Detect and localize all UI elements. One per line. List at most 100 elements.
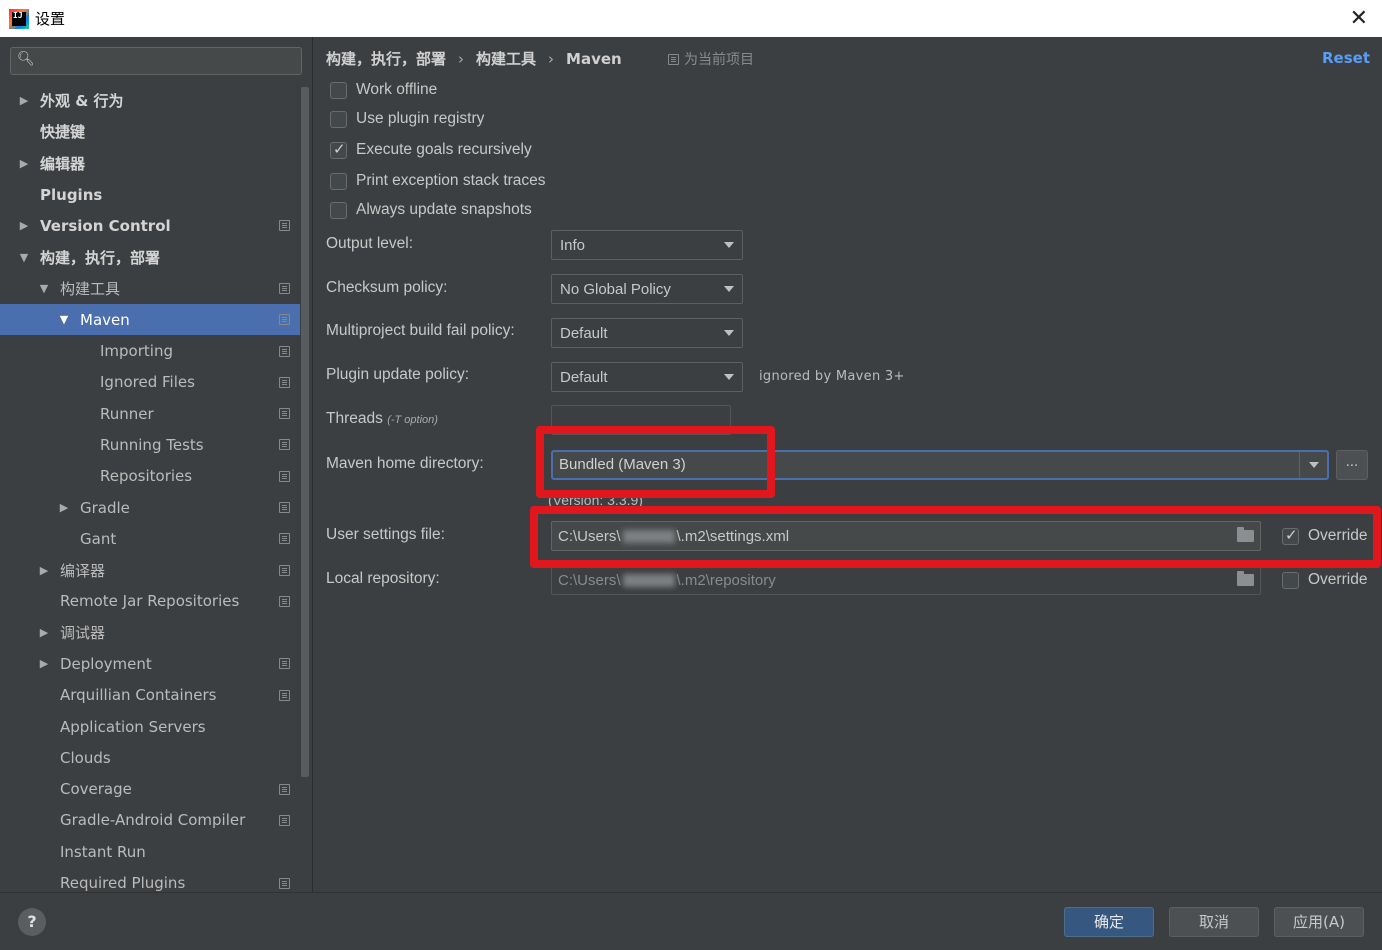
project-scope-icon (279, 408, 290, 420)
sidebar-item-6[interactable]: ▼ 构建工具 (0, 273, 300, 304)
sidebar-item-16[interactable]: Remote Jar Repositories (0, 586, 300, 617)
project-scope-icon (279, 439, 290, 451)
breadcrumb-item[interactable]: 构建，执行，部署 (326, 48, 446, 69)
chevron-right-icon[interactable]: ▶ (58, 501, 70, 514)
maven-home-label: Maven home directory: (326, 455, 484, 472)
help-button[interactable]: ? (18, 908, 46, 936)
chevron-right-icon[interactable]: ▶ (18, 94, 30, 107)
apply-button[interactable]: 应用(A) (1274, 907, 1364, 937)
option-checkbox[interactable] (330, 201, 347, 219)
option-checkbox[interactable] (330, 140, 347, 159)
browse-button[interactable]: ... (1336, 450, 1368, 480)
maven-home-dropdown-button[interactable] (1299, 452, 1327, 478)
plugin-update-policy-combo[interactable]: Default (551, 362, 743, 392)
sidebar-scrollbar[interactable] (301, 87, 309, 777)
sidebar-item-label: Plugins (40, 185, 103, 204)
project-scope-icon (279, 502, 290, 513)
option-row-1[interactable]: Use plugin registry (330, 110, 484, 128)
option-row-2[interactable]: Execute goals recursively (330, 140, 532, 159)
option-row-3[interactable]: Print exception stack traces (330, 172, 546, 190)
sidebar-item-19[interactable]: Arquillian Containers (0, 680, 300, 711)
option-checkbox[interactable] (330, 172, 347, 190)
logo-text: IJ (12, 11, 26, 26)
sidebar-item-21[interactable]: Clouds (0, 742, 300, 773)
cancel-button[interactable]: 取消 (1169, 907, 1259, 937)
settings-search[interactable]: 🔍︎ (10, 47, 302, 75)
redacted-username (622, 574, 675, 588)
sidebar-item-12[interactable]: Repositories (0, 461, 300, 492)
option-checkbox[interactable] (330, 110, 347, 128)
sidebar-item-label: Running Tests (100, 435, 204, 454)
sidebar-item-5[interactable]: ▼ 构建，执行，部署 (0, 241, 300, 272)
sidebar-item-label: Remote Jar Repositories (60, 592, 240, 611)
breadcrumb-item[interactable]: Maven (566, 50, 622, 68)
plugin-update-policy-label: Plugin update policy: (326, 366, 470, 383)
sidebar-item-13[interactable]: ▶ Gradle (0, 492, 300, 523)
sidebar-item-label: 编译器 (60, 561, 106, 580)
option-row-4[interactable]: Always update snapshots (330, 201, 532, 219)
sidebar-item-4[interactable]: ▶ Version Control (0, 210, 300, 241)
output-level-combo[interactable]: Info (551, 230, 743, 260)
sidebar-item-label: Application Servers (60, 717, 206, 736)
breadcrumb-item[interactable]: 构建工具 (476, 48, 536, 69)
breadcrumb-separator-icon: › (458, 49, 465, 68)
sidebar-item-11[interactable]: Running Tests (0, 429, 300, 460)
option-label: Execute goals recursively (356, 141, 532, 158)
folder-icon[interactable] (1237, 571, 1254, 586)
chevron-down-icon (724, 286, 734, 292)
ok-button[interactable]: 确定 (1064, 907, 1154, 937)
sidebar-item-15[interactable]: ▶ 编译器 (0, 554, 300, 585)
sidebar-item-8[interactable]: Importing (0, 335, 300, 366)
for-project-indicator: 为当前项目 (668, 49, 754, 69)
sidebar-item-label: Maven (80, 310, 130, 329)
breadcrumb: 构建，执行，部署 › 构建工具 › Maven (326, 48, 622, 69)
sidebar-item-9[interactable]: Ignored Files (0, 367, 300, 398)
sidebar-item-22[interactable]: Coverage (0, 774, 300, 805)
sidebar-item-label: Runner (100, 404, 154, 423)
chevron-down-icon[interactable]: ▼ (58, 313, 70, 326)
chevron-right-icon[interactable]: ▶ (38, 564, 50, 577)
window-title: 设置 (35, 10, 66, 28)
sidebar-item-label: 构建，执行，部署 (40, 248, 161, 267)
sidebar-item-18[interactable]: ▶ Deployment (0, 648, 300, 679)
close-icon[interactable]: ✕ (1350, 6, 1368, 31)
chevron-right-icon[interactable]: ▶ (38, 626, 50, 639)
sidebar-item-label: Deployment (60, 654, 152, 673)
reset-link[interactable]: Reset (1322, 49, 1370, 67)
sidebar-item-23[interactable]: Gradle-Android Compiler (0, 805, 300, 836)
sidebar-item-20[interactable]: Application Servers (0, 711, 300, 742)
sidebar-item-label: Ignored Files (100, 373, 195, 392)
local-repository-override[interactable]: Override (1282, 571, 1367, 589)
option-label: Use plugin registry (356, 110, 485, 127)
sidebar-item-0[interactable]: ▶ 外观 & 行为 (0, 85, 300, 116)
option-row-0[interactable]: Work offline (330, 81, 437, 99)
sidebar-item-2[interactable]: ▶ 编辑器 (0, 148, 300, 179)
local-repository-override-checkbox[interactable] (1282, 571, 1299, 589)
option-checkbox[interactable] (330, 81, 347, 99)
local-repository-input[interactable]: C:\Users\ \.m2\repository (551, 565, 1261, 595)
sidebar-item-17[interactable]: ▶ 调试器 (0, 617, 300, 648)
chevron-right-icon[interactable]: ▶ (18, 157, 30, 170)
chevron-down-icon (724, 374, 734, 380)
sidebar-item-25[interactable]: Required Plugins (0, 867, 300, 892)
sidebar-item-14[interactable]: Gant (0, 523, 300, 554)
title-bar: IJ 设置 ✕ (0, 0, 1382, 37)
option-label: Print exception stack traces (356, 172, 546, 189)
checksum-policy-combo[interactable]: No Global Policy (551, 274, 743, 304)
project-scope-icon (279, 564, 290, 576)
chevron-down-icon[interactable]: ▼ (38, 282, 50, 295)
multiproject-policy-combo[interactable]: Default (551, 318, 743, 348)
annotation-highlight-user-settings (530, 506, 1381, 568)
search-input[interactable] (37, 51, 295, 71)
project-scope-icon (668, 53, 679, 65)
sidebar-item-label: Gradle-Android Compiler (60, 811, 246, 830)
sidebar-item-3[interactable]: Plugins (0, 179, 300, 210)
sidebar-item-10[interactable]: Runner (0, 398, 300, 429)
chevron-right-icon[interactable]: ▶ (18, 219, 30, 232)
for-project-label: 为当前项目 (684, 52, 754, 68)
sidebar-item-24[interactable]: Instant Run (0, 836, 300, 867)
sidebar-item-7[interactable]: ▼ Maven (0, 304, 300, 336)
chevron-right-icon[interactable]: ▶ (38, 657, 50, 670)
sidebar-item-1[interactable]: 快捷键 (0, 116, 300, 147)
chevron-down-icon[interactable]: ▼ (18, 251, 30, 264)
